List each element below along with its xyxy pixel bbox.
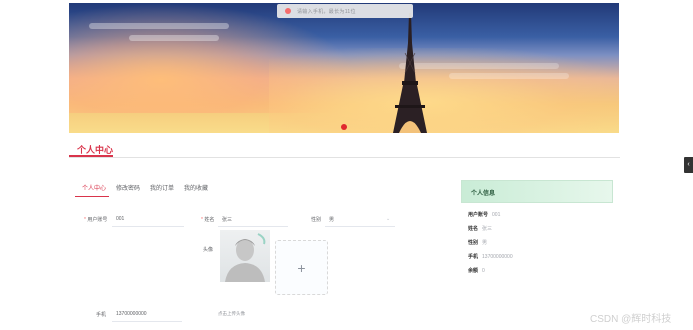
- banner-carousel[interactable]: 请输入手机，最长为11位: [69, 3, 619, 133]
- banner-cloud: [129, 35, 219, 41]
- banner-cloud: [449, 73, 569, 79]
- info-row: 姓名 张三: [468, 226, 493, 232]
- info-row: 手机 13700000000: [468, 254, 513, 260]
- gender-label: 性别: [311, 217, 322, 223]
- page: 请输入手机，最长为11位 个人中心 ‹ 个人中心 修改密码 我的订单 我的收藏 …: [0, 0, 693, 330]
- avatar: [220, 230, 270, 282]
- phone-input[interactable]: 13700000000: [116, 311, 147, 317]
- tab-change-password[interactable]: 修改密码: [111, 184, 145, 196]
- banner-glow: [269, 48, 619, 133]
- info-row: 性别男: [468, 240, 488, 246]
- divider: [69, 157, 620, 158]
- phone-underline: [112, 321, 182, 322]
- username-input[interactable]: 001: [116, 216, 124, 222]
- avatar-label: 头像: [203, 247, 214, 253]
- side-toggle-button[interactable]: ‹: [684, 157, 693, 173]
- profile-info-card: 个人信息 用户账号 001 姓名 张三 性别男 手机 13700000000 余额 0: [461, 180, 613, 290]
- info-card-header: 个人信息: [461, 180, 613, 203]
- username-underline: [112, 226, 184, 227]
- info-row: 余额 0: [468, 268, 485, 274]
- avatar-placeholder-icon: [225, 233, 266, 282]
- eiffel-tower-image: [393, 13, 427, 133]
- username-label: * 用户账号: [84, 217, 108, 223]
- upload-hint: 点击上传头像: [218, 311, 245, 316]
- active-tab-indicator: [75, 196, 109, 197]
- tab-my-orders[interactable]: 我的订单: [145, 184, 179, 196]
- gender-select[interactable]: 男: [329, 216, 334, 223]
- toast-text: 请输入手机，最长为11位: [297, 8, 356, 15]
- tab-my-favorites[interactable]: 我的收藏: [179, 184, 213, 196]
- banner-cloud: [89, 23, 229, 29]
- avatar-upload-button[interactable]: +: [275, 240, 328, 295]
- error-toast: 请输入手机，最长为11位: [277, 4, 413, 18]
- carousel-indicator[interactable]: [341, 124, 347, 130]
- error-icon: [285, 8, 291, 14]
- plus-icon: +: [297, 259, 306, 276]
- gender-underline: [325, 226, 395, 227]
- info-card-title: 个人信息: [471, 191, 496, 197]
- tab-profile[interactable]: 个人中心: [77, 184, 111, 196]
- chevron-down-icon[interactable]: ⌄: [386, 216, 390, 222]
- name-label: * 姓名: [201, 217, 215, 223]
- tab-bar: 个人中心 修改密码 我的订单 我的收藏: [77, 184, 213, 196]
- watermark: CSDN @辉时科技: [590, 314, 672, 325]
- name-underline: [218, 226, 288, 227]
- name-input[interactable]: 张三: [222, 216, 232, 223]
- phone-label: 手机: [96, 312, 107, 318]
- info-row: 用户账号 001: [468, 212, 501, 218]
